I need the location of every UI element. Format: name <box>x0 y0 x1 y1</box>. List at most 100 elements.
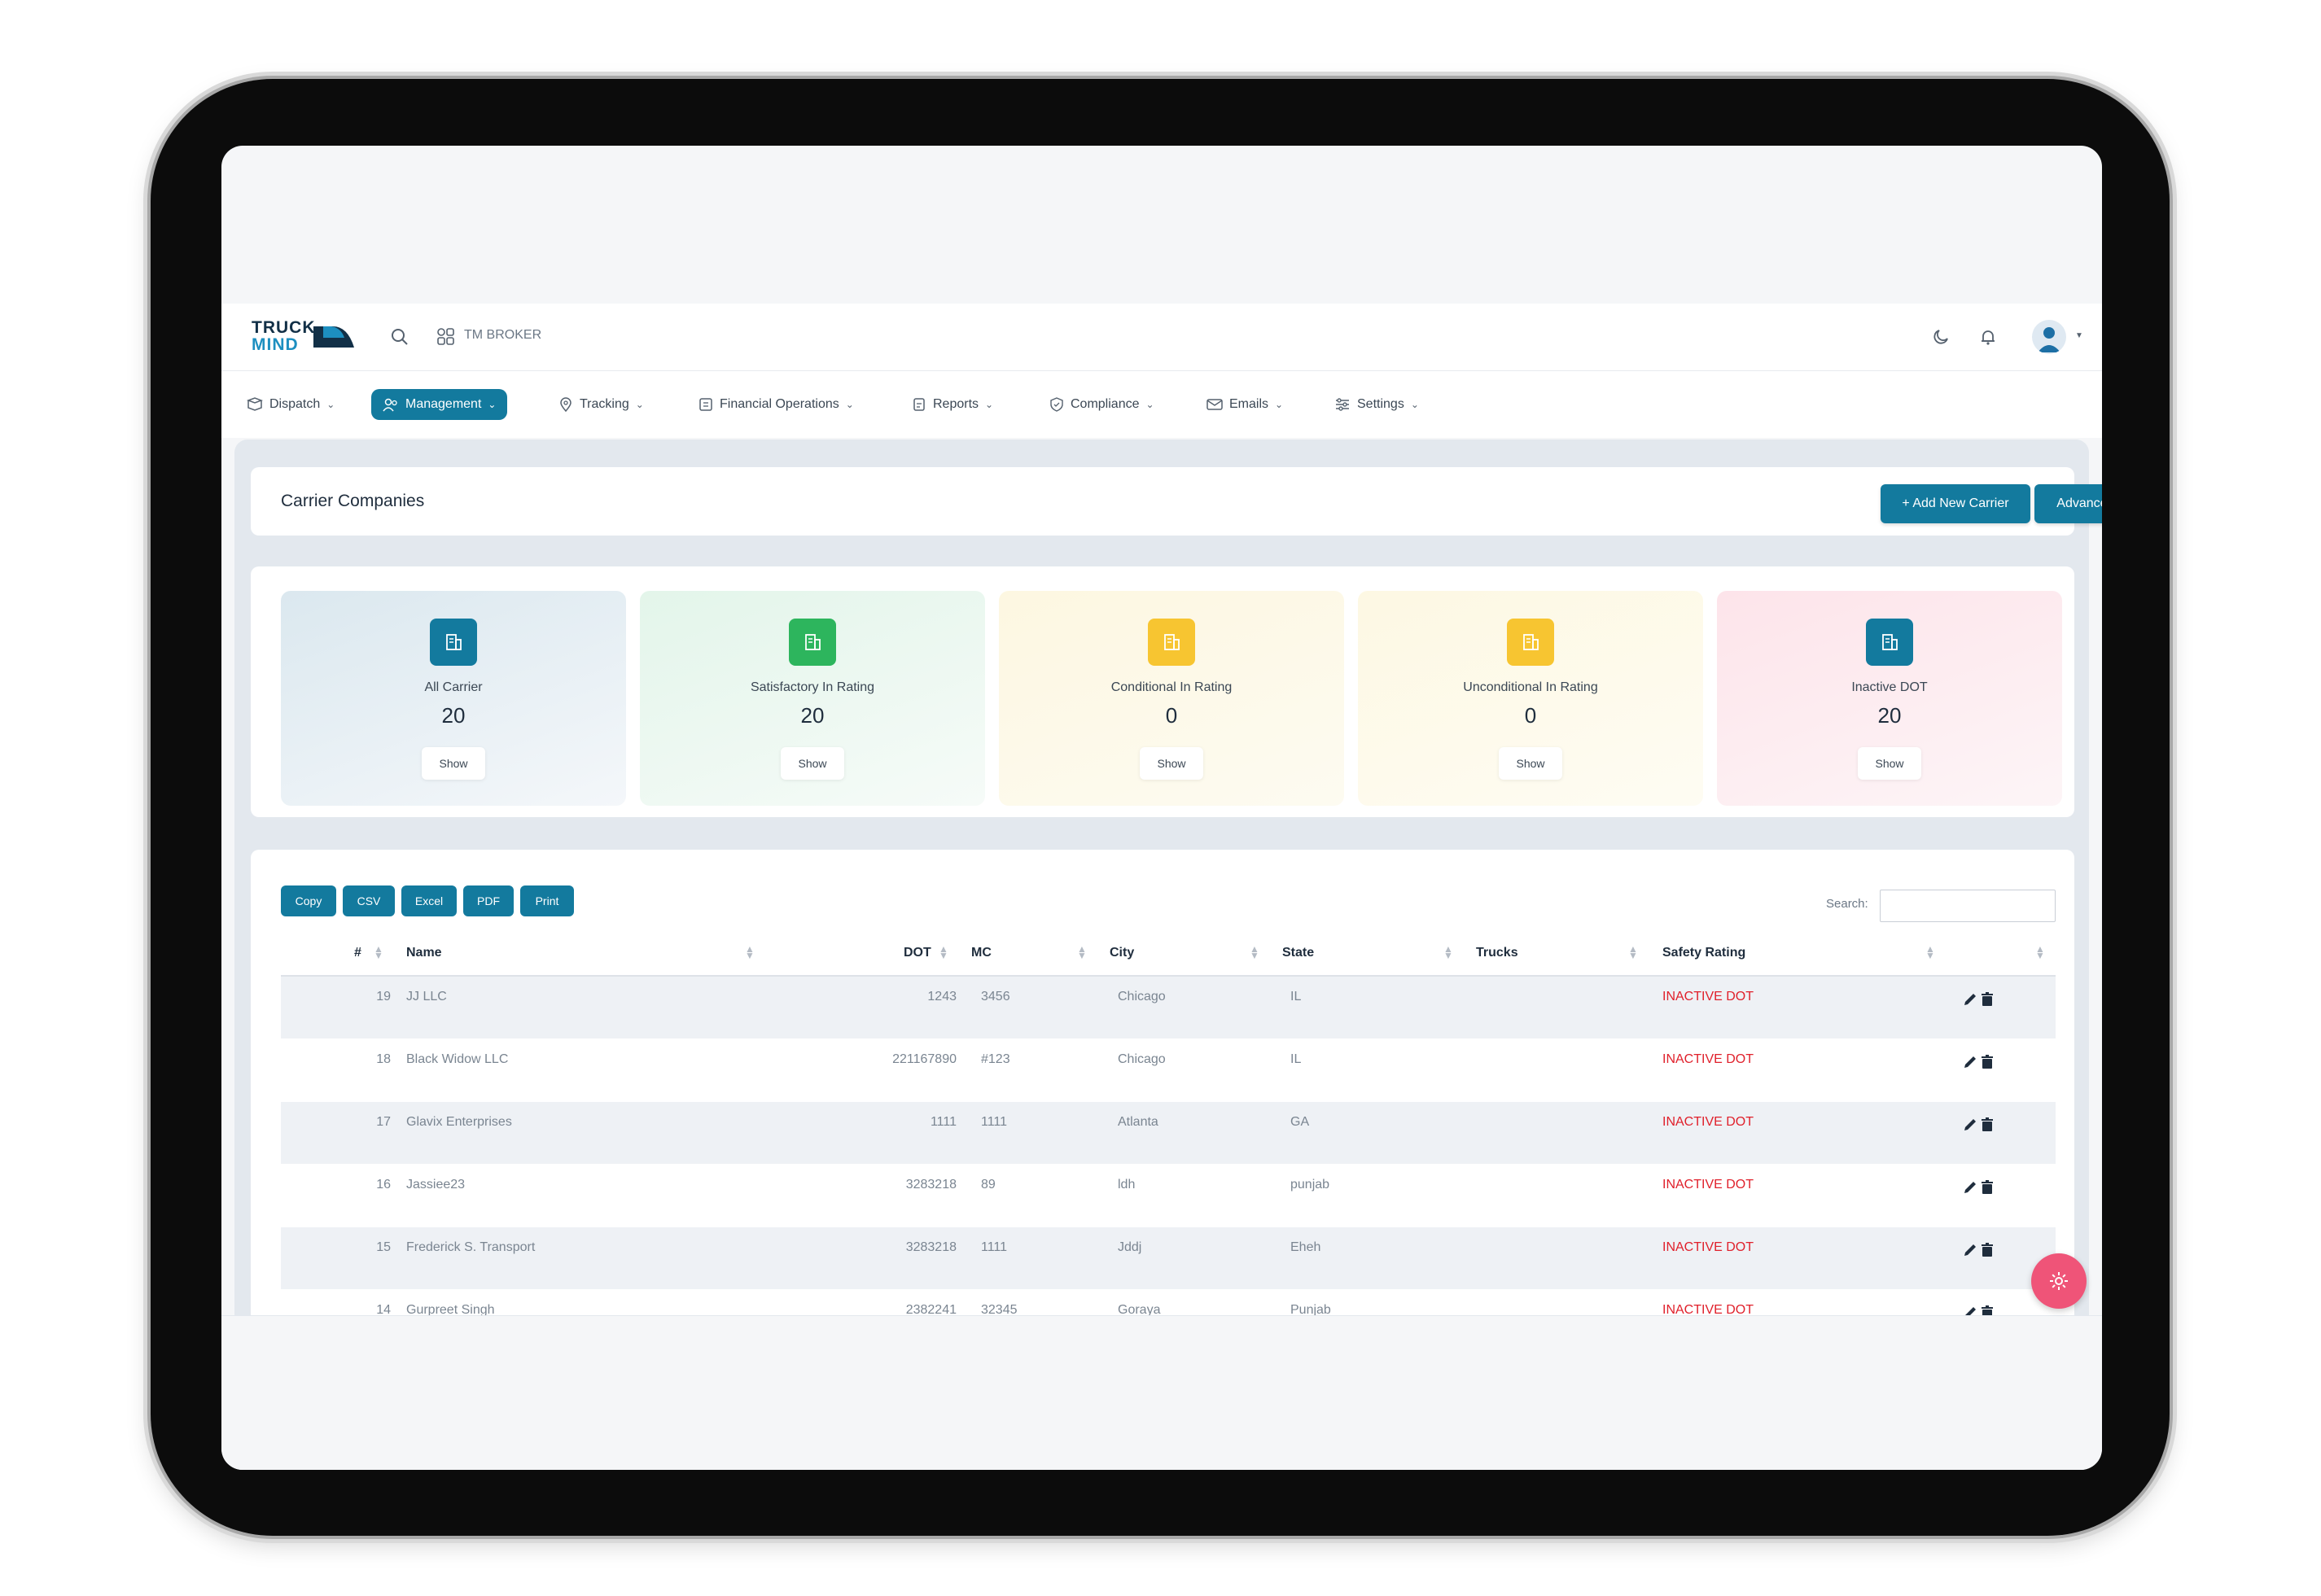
chevron-down-icon: ⌄ <box>1410 399 1419 410</box>
col-mc[interactable]: MC <box>971 946 992 960</box>
nav-tracking-label: Tracking <box>580 397 629 411</box>
trash-icon[interactable] <box>1980 991 1995 1008</box>
nav-compliance-label: Compliance <box>1071 397 1140 411</box>
edit-pencil-icon[interactable] <box>1962 991 1978 1008</box>
user-menu-caret-icon[interactable]: ▼ <box>2075 331 2083 340</box>
show-button[interactable]: Show <box>422 747 485 780</box>
chevron-down-icon: ⌄ <box>845 399 854 410</box>
show-button[interactable]: Show <box>1140 747 1203 780</box>
excel-button[interactable]: Excel <box>401 885 457 916</box>
cell-state: Eheh <box>1290 1240 1321 1254</box>
nav-tracking[interactable]: Tracking ⌄ <box>558 389 644 420</box>
print-button[interactable]: Print <box>520 885 574 916</box>
building-icon <box>789 619 836 666</box>
trash-icon[interactable] <box>1980 1054 1995 1070</box>
cell-mc: 1111 <box>981 1240 1008 1254</box>
notification-bell-icon[interactable] <box>1977 326 1999 348</box>
table-search-input[interactable] <box>1880 890 2056 922</box>
sort-icon[interactable]: ▲ ▼ <box>939 944 948 960</box>
dark-mode-moon-icon[interactable] <box>1929 326 1952 348</box>
nav-emails-label: Emails <box>1229 397 1269 411</box>
cell-number: 15 <box>376 1240 391 1254</box>
nav-compliance[interactable]: Compliance ⌄ <box>1049 389 1154 420</box>
table-row[interactable]: 17 Glavix Enterprises 1111 1111 Atlanta … <box>281 1102 2056 1164</box>
cell-name[interactable]: JJ LLC <box>406 990 447 1004</box>
col-dot[interactable]: DOT <box>904 946 931 960</box>
nav-management[interactable]: Management ⌄ <box>371 389 508 420</box>
broker-name[interactable]: TM BROKER <box>464 328 541 343</box>
nav-emails[interactable]: Emails ⌄ <box>1206 389 1283 420</box>
building-icon <box>430 619 477 666</box>
sort-desc-icon[interactable]: ▲ ▼ <box>374 944 383 960</box>
edit-pencil-icon[interactable] <box>1962 1117 1978 1133</box>
pdf-button[interactable]: PDF <box>463 885 514 916</box>
edit-pencil-icon[interactable] <box>1962 1179 1978 1196</box>
sort-icon[interactable]: ▲ ▼ <box>1077 944 1087 960</box>
show-button[interactable]: Show <box>1858 747 1921 780</box>
advance-search-button[interactable]: Advance Search <box>2034 484 2102 523</box>
nav-financial-operations-label: Financial Operations <box>720 397 839 411</box>
cell-dot: 1111 <box>930 1115 957 1129</box>
copy-button[interactable]: Copy <box>281 885 336 916</box>
top-header: TRUCK MIND TM BROKER ▼ <box>221 304 2102 371</box>
table-row[interactable]: 15 Frederick S. Transport 3283218 1111 J… <box>281 1227 2056 1289</box>
table-row[interactable]: 19 JJ LLC 1243 3456 Chicago IL INACTIVE … <box>281 977 2056 1038</box>
chevron-down-icon: ⌄ <box>635 399 644 410</box>
cell-dot: 3283218 <box>905 1178 957 1192</box>
csv-button[interactable]: CSV <box>343 885 395 916</box>
col-number[interactable]: # <box>354 946 361 960</box>
show-button[interactable]: Show <box>1499 747 1562 780</box>
stat-value: 20 <box>800 703 825 728</box>
cell-name[interactable]: Glavix Enterprises <box>406 1115 512 1130</box>
cell-city: Chicago <box>1118 1052 1166 1066</box>
apps-grid-icon[interactable] <box>435 326 458 348</box>
user-avatar[interactable] <box>2032 320 2066 354</box>
nav-reports[interactable]: Reports ⌄ <box>912 389 993 420</box>
cell-name[interactable]: Black Widow LLC <box>406 1052 508 1067</box>
stats-card: All Carrier 20 Show Satisfactory In Rati… <box>251 566 2074 817</box>
sort-icon[interactable]: ▲ ▼ <box>745 944 755 960</box>
cell-city: ldh <box>1118 1178 1136 1192</box>
col-trucks[interactable]: Trucks <box>1476 946 1518 960</box>
cell-name[interactable]: Jassiee23 <box>406 1178 465 1192</box>
nav-management-label: Management <box>405 397 482 411</box>
search-icon[interactable] <box>388 326 411 348</box>
nav-financial-operations[interactable]: Financial Operations ⌄ <box>698 389 854 420</box>
stat-unconditional-rating: Unconditional In Rating 0 Show <box>1358 591 1703 806</box>
sort-icon[interactable]: ▲ ▼ <box>1628 944 1638 960</box>
cell-safety-rating: INACTIVE DOT <box>1662 1178 1754 1192</box>
table-row[interactable]: 16 Jassiee23 3283218 89 ldh punjab INACT… <box>281 1165 2056 1227</box>
cell-number: 19 <box>376 990 391 1004</box>
nav-settings-label: Settings <box>1357 397 1404 411</box>
nav-dispatch-label: Dispatch <box>269 397 321 411</box>
trash-icon[interactable] <box>1980 1179 1995 1196</box>
sort-icon[interactable]: ▲ ▼ <box>1925 944 1935 960</box>
cell-name[interactable]: Frederick S. Transport <box>406 1240 535 1255</box>
sort-icon[interactable]: ▲ ▼ <box>2035 944 2045 960</box>
trash-icon[interactable] <box>1980 1242 1995 1258</box>
trash-icon[interactable] <box>1980 1117 1995 1133</box>
edit-pencil-icon[interactable] <box>1962 1242 1978 1258</box>
col-safety-rating[interactable]: Safety Rating <box>1662 946 1745 960</box>
col-name[interactable]: Name <box>406 946 442 960</box>
add-new-carrier-button[interactable]: + Add New Carrier <box>1881 484 2030 523</box>
edit-pencil-icon[interactable] <box>1962 1054 1978 1070</box>
show-button[interactable]: Show <box>781 747 844 780</box>
sort-icon[interactable]: ▲ ▼ <box>1250 944 1259 960</box>
stat-inactive-dot: Inactive DOT 20 Show <box>1717 591 2062 806</box>
cell-dot: 3283218 <box>905 1240 957 1254</box>
nav-settings[interactable]: Settings ⌄ <box>1334 389 1419 420</box>
stat-label: Satisfactory In Rating <box>750 680 875 694</box>
settings-gear-fab[interactable] <box>2031 1253 2087 1309</box>
col-city[interactable]: City <box>1110 946 1134 960</box>
cell-safety-rating: INACTIVE DOT <box>1662 1240 1754 1254</box>
cell-mc: 1111 <box>981 1115 1008 1129</box>
nav-dispatch[interactable]: Dispatch ⌄ <box>247 389 335 420</box>
truckmind-logo[interactable]: TRUCK MIND <box>252 318 357 357</box>
screen-bottom-area <box>221 1315 2102 1470</box>
building-icon <box>1148 619 1195 666</box>
col-state[interactable]: State <box>1282 946 1314 960</box>
cell-number: 16 <box>376 1178 391 1192</box>
table-row[interactable]: 18 Black Widow LLC 221167890 #123 Chicag… <box>281 1039 2056 1101</box>
sort-icon[interactable]: ▲ ▼ <box>1443 944 1453 960</box>
